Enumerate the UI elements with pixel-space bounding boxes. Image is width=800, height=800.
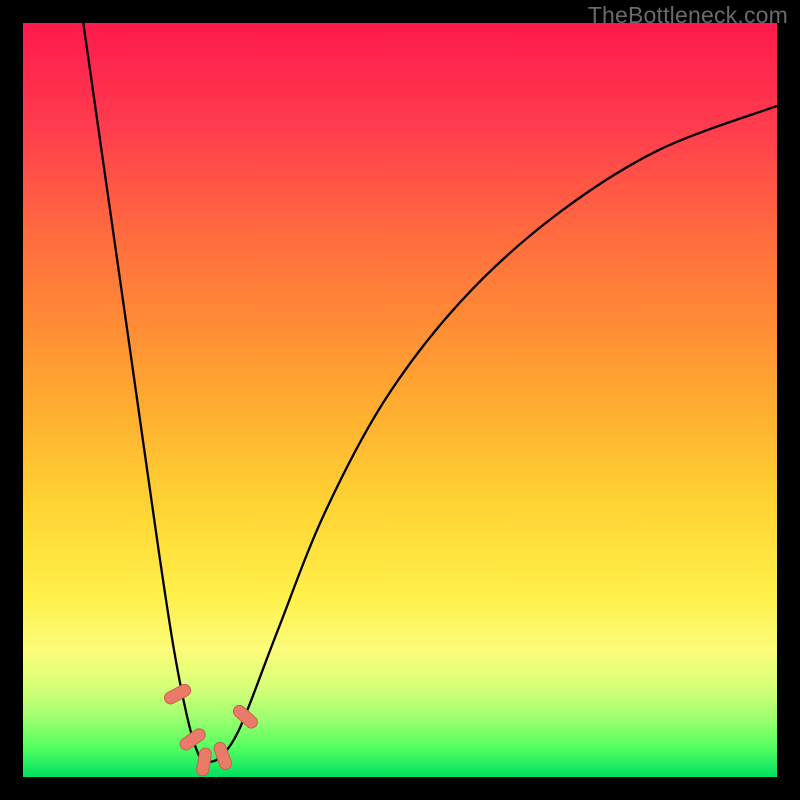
curve-marker [231,703,260,731]
curve-line [83,23,777,762]
curve-marker [162,682,192,706]
chart-plot-area [23,23,777,777]
watermark-text: TheBottleneck.com [588,2,788,29]
bottleneck-curve [23,23,777,777]
